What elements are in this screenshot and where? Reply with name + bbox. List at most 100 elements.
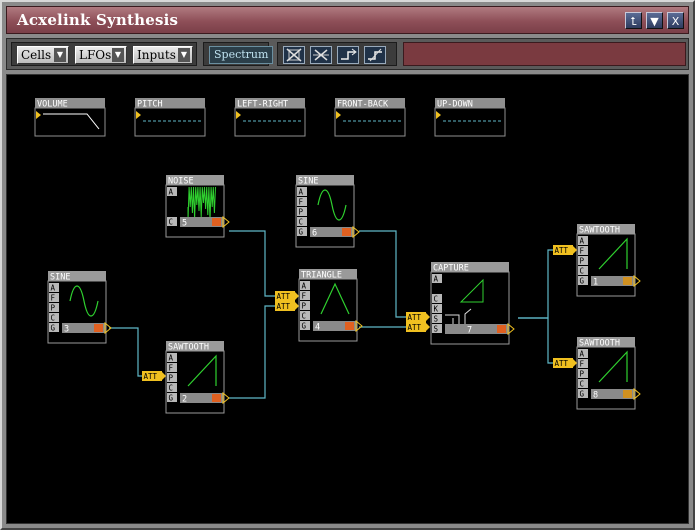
port[interactable] [167, 207, 177, 216]
port-label: A [580, 237, 585, 246]
cell-saw2[interactable]: SAWTOOTHAFPCG 1 [576, 224, 641, 297]
port-label: P [169, 374, 174, 383]
wire[interactable] [518, 317, 553, 364]
close-icon[interactable]: X [667, 12, 684, 29]
envelope-body [34, 107, 106, 137]
att-marker[interactable]: ATT [406, 322, 430, 332]
delete-link-icon[interactable] [310, 46, 332, 64]
title-bar[interactable]: Acxelink Synthesis ⮤ ▼ X [6, 6, 689, 34]
remove-port-icon[interactable] [94, 324, 103, 332]
cell-number: 5 [182, 219, 187, 229]
cell-triangle[interactable]: TRIANGLEAFPCG 4 [298, 269, 363, 342]
envelope-cell[interactable]: LEFT-RIGHT [234, 98, 306, 137]
port-label: G [51, 324, 56, 333]
window-title: Acxelink Synthesis [17, 11, 179, 29]
port-label: F [169, 364, 174, 373]
wire[interactable] [109, 327, 142, 377]
remove-port-icon[interactable] [623, 277, 632, 285]
port-label: C [580, 380, 585, 389]
wire[interactable] [229, 305, 275, 399]
remove-port-icon[interactable] [212, 394, 221, 402]
port-label: G [302, 322, 307, 331]
restore-icon[interactable]: ⮤ [625, 12, 642, 29]
wire[interactable] [229, 230, 275, 297]
tools-group [277, 42, 397, 66]
cell-number: 1 [593, 278, 598, 288]
spectrum-button[interactable]: Spectrum [209, 46, 274, 64]
port-label: G [169, 394, 174, 403]
port-label: P [580, 257, 585, 266]
port-label: P [580, 370, 585, 379]
cells-dropdown-label: Cells [21, 48, 52, 62]
att-label: ATT [277, 292, 291, 301]
chevron-down-icon: ▼ [178, 48, 190, 62]
remove-port-icon[interactable] [342, 228, 351, 236]
envelope-cell[interactable]: VOLUME [34, 98, 106, 137]
remove-port-icon[interactable] [623, 390, 632, 398]
att-marker[interactable]: ATT [553, 245, 577, 255]
disconnect-icon[interactable] [364, 46, 386, 64]
envelope-cell[interactable]: UP-DOWN [434, 98, 506, 137]
att-label: ATT [408, 313, 422, 322]
envelope-cell[interactable]: FRONT-BACK [334, 98, 406, 137]
patch-canvas[interactable]: VOLUME PITCH LEFT-RIGHT FRONT-BACK UP-DOWN NO… [6, 74, 689, 524]
patch-graph[interactable]: VOLUME PITCH LEFT-RIGHT FRONT-BACK UP-DOWN NO… [7, 75, 688, 523]
port-label: A [169, 188, 174, 197]
cell-sine2[interactable]: SINEAFPCG 6 [295, 175, 360, 248]
cell-number: 8 [593, 391, 598, 401]
att-arrow-icon [426, 323, 430, 331]
att-marker[interactable]: ATT [553, 358, 577, 368]
port-label: C [51, 314, 56, 323]
port-label: K [434, 305, 439, 314]
connect-glyph [341, 48, 357, 60]
port-label: P [302, 302, 307, 311]
port-label: F [580, 360, 585, 369]
cell-noise[interactable]: NOISEAC 5 [165, 175, 230, 238]
envelope-cell[interactable]: PITCH [134, 98, 206, 137]
port-label: C [299, 218, 304, 227]
connect-icon[interactable] [337, 46, 359, 64]
att-arrow-icon [573, 359, 577, 367]
att-arrow-icon [426, 313, 430, 321]
port-label: F [299, 198, 304, 207]
cell-sine1[interactable]: SINEAFPCG 3 [47, 271, 112, 344]
remove-port-icon[interactable] [212, 218, 221, 226]
att-marker[interactable]: ATT [406, 312, 430, 322]
delete-cell-icon[interactable] [283, 46, 305, 64]
port-label: A [299, 188, 304, 197]
att-marker[interactable]: ATT [275, 301, 299, 311]
inputs-dropdown[interactable]: Inputs ▼ [133, 46, 193, 64]
cell-number: 6 [312, 229, 317, 239]
inputs-dropdown-label: Inputs [137, 48, 176, 62]
minimize-icon[interactable]: ▼ [646, 12, 663, 29]
port-label: P [51, 304, 56, 313]
port[interactable] [167, 197, 177, 206]
port[interactable] [432, 284, 442, 293]
cell-capture[interactable]: CAPTUREACKSS 7 [430, 262, 515, 345]
lfos-dropdown[interactable]: LFOs ▼ [75, 46, 127, 64]
att-arrow-icon [295, 302, 299, 310]
toolbar: Cells ▼ LFOs ▼ Inputs ▼ Spectrum [6, 38, 689, 70]
port-label: A [51, 284, 56, 293]
wire[interactable] [518, 249, 553, 319]
cell-saw3[interactable]: SAWTOOTHAFPCG 8 [576, 337, 641, 410]
port-label: C [169, 384, 174, 393]
cell-number: 4 [315, 323, 320, 333]
envelope-body [134, 107, 206, 137]
att-marker[interactable]: ATT [142, 371, 166, 381]
remove-port-icon[interactable] [345, 322, 354, 330]
att-label: ATT [555, 359, 569, 368]
cell-saw1[interactable]: SAWTOOTHAFPCG 2 [165, 341, 230, 414]
att-label: ATT [555, 246, 569, 255]
att-label: ATT [277, 302, 291, 311]
remove-port-icon[interactable] [497, 325, 506, 333]
port-label: S [434, 325, 439, 334]
cells-dropdown[interactable]: Cells ▼ [17, 46, 69, 64]
toolbar-spacer [403, 42, 686, 66]
wire[interactable] [359, 230, 406, 318]
menu-group: Cells ▼ LFOs ▼ Inputs ▼ [11, 42, 197, 66]
envelope-body [234, 107, 306, 137]
att-marker[interactable]: ATT [275, 291, 299, 301]
att-label: ATT [408, 323, 422, 332]
chevron-down-icon: ▼ [54, 48, 66, 62]
